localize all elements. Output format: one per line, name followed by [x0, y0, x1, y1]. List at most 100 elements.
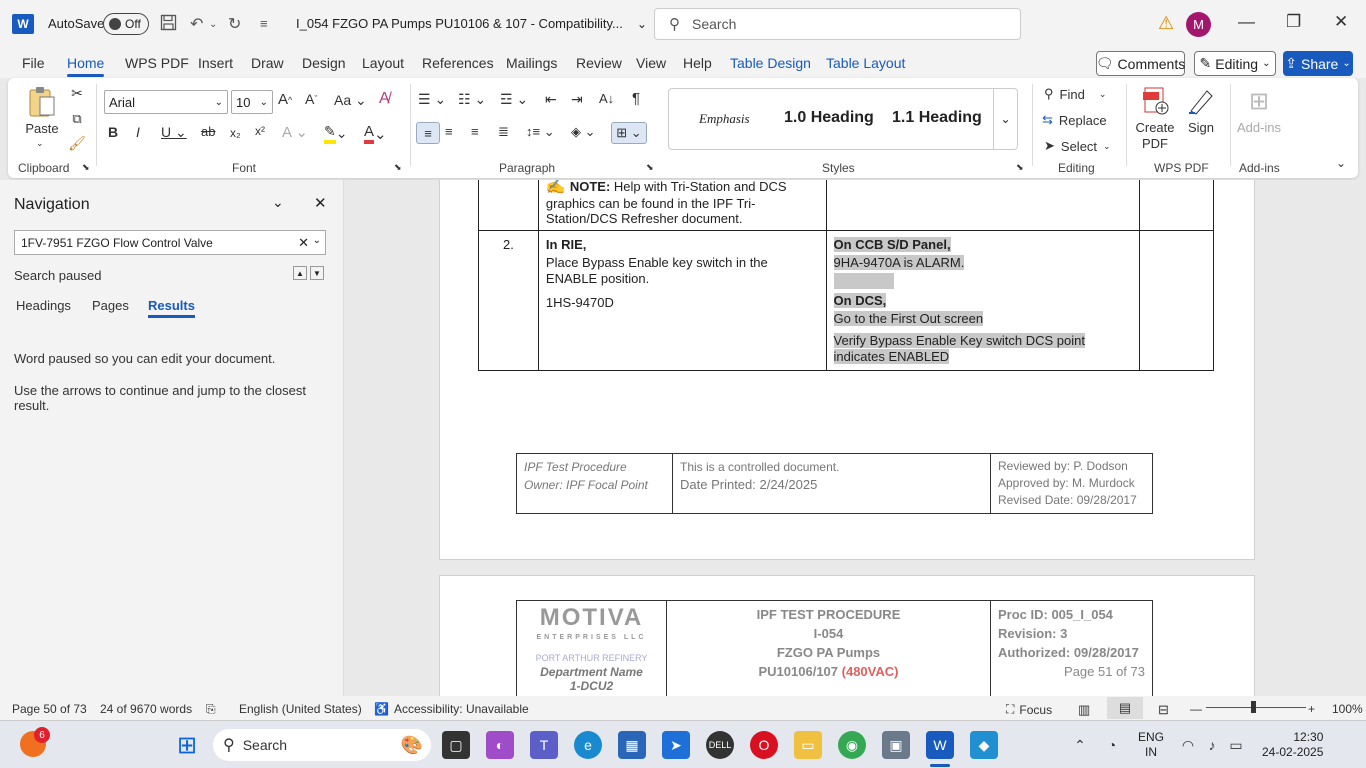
line-spacing-icon[interactable]: ↕≡ ⌄: [526, 124, 555, 140]
start-icon[interactable]: ⊞: [173, 731, 201, 759]
next-result-icon[interactable]: ▼: [310, 266, 324, 280]
focus-button[interactable]: ⛶ Focus: [1006, 702, 1052, 717]
file-explorer-icon[interactable]: ▭: [794, 731, 822, 759]
increase-indent-icon[interactable]: ⇥: [571, 91, 583, 108]
shading-icon[interactable]: ◈ ⌄: [571, 124, 596, 140]
chevron-down-icon[interactable]: ⌄: [36, 138, 44, 149]
text-effects-icon[interactable]: A ⌄: [282, 123, 308, 141]
grow-font-icon[interactable]: A ^: [278, 91, 292, 108]
tab-view[interactable]: View: [636, 55, 666, 71]
comments-button[interactable]: 🗨 Comments: [1096, 51, 1185, 76]
strikethrough-icon[interactable]: ab: [201, 124, 215, 139]
tab-table-design[interactable]: Table Design: [730, 55, 811, 71]
tab-headings[interactable]: Headings: [16, 298, 71, 313]
chevron-up-icon[interactable]: ⌃: [1066, 731, 1094, 759]
justify-icon[interactable]: ≣: [498, 124, 509, 140]
bullets-icon[interactable]: ☰ ⌄: [418, 91, 446, 108]
print-layout-icon[interactable]: ▤: [1107, 697, 1143, 719]
chevron-down-icon[interactable]: ⌄: [313, 235, 321, 246]
tab-table-layout[interactable]: Table Layout: [826, 55, 905, 71]
sort-icon[interactable]: A↓: [599, 91, 614, 106]
create-pdf-icon[interactable]: [1140, 86, 1170, 116]
shrink-font-icon[interactable]: Aˇ: [305, 91, 317, 107]
language-status[interactable]: English (United States): [239, 702, 362, 716]
tab-home[interactable]: Home: [67, 55, 105, 77]
accessibility-status[interactable]: ♿ Accessibility: Unavailable: [374, 702, 529, 716]
edge-icon[interactable]: e: [574, 731, 602, 759]
paste-button[interactable]: Paste: [22, 121, 62, 136]
verification-cell[interactable]: On CCB S/D Panel, 9HA-9470A is ALARM. On…: [825, 230, 1141, 371]
undo-dropdown-icon[interactable]: ⌄: [209, 19, 217, 30]
web-layout-icon[interactable]: ⊟: [1158, 702, 1169, 718]
align-left-icon[interactable]: ≡: [416, 122, 440, 144]
store-icon[interactable]: ▦: [618, 731, 646, 759]
tab-wps-pdf[interactable]: WPS PDF: [125, 55, 189, 71]
close-icon[interactable]: ✕: [314, 194, 327, 212]
dialog-launcher-icon[interactable]: ⬊: [82, 162, 90, 173]
clock[interactable]: 12:30 24-02-2025: [1262, 730, 1323, 760]
save-icon[interactable]: [160, 14, 177, 31]
avatar[interactable]: M: [1186, 12, 1211, 37]
warning-icon[interactable]: ⚠: [1158, 13, 1174, 34]
select-button[interactable]: ➤ Select ⌄: [1044, 138, 1111, 154]
autosave-toggle[interactable]: Off: [103, 13, 149, 35]
italic-icon[interactable]: I: [136, 124, 140, 140]
note-cell[interactable]: ✍ NOTE: Help with Tri-Station and DCS gra…: [537, 180, 827, 231]
superscript-icon[interactable]: x²: [255, 124, 265, 138]
sign-icon[interactable]: [1186, 86, 1216, 116]
create-pdf-button[interactable]: Create PDF: [1132, 120, 1178, 152]
page-count[interactable]: Page 50 of 73: [12, 702, 87, 716]
tab-help[interactable]: Help: [683, 55, 712, 71]
style-heading-1-1[interactable]: 1.1 Heading: [892, 109, 982, 127]
addins-button[interactable]: Add-ins: [1236, 120, 1282, 135]
tab-review[interactable]: Review: [576, 55, 622, 71]
styles-gallery[interactable]: Emphasis 1.0 Heading 1.1 Heading ⌄: [668, 88, 1018, 150]
minimize-icon[interactable]: —: [1238, 12, 1255, 32]
subscript-icon[interactable]: x₂: [230, 126, 241, 140]
style-emphasis[interactable]: Emphasis: [699, 111, 750, 127]
tab-references[interactable]: References: [422, 55, 494, 71]
tray-icon[interactable]: ◔: [1098, 731, 1126, 759]
font-color-icon[interactable]: A ⌄: [364, 123, 387, 144]
customize-toolbar-icon[interactable]: ≡: [260, 16, 268, 31]
close-icon[interactable]: ✕: [1334, 12, 1348, 32]
change-case-icon[interactable]: Aa ⌄: [334, 92, 367, 109]
clear-formatting-icon[interactable]: A̸: [379, 90, 390, 108]
dialog-launcher-icon[interactable]: ⬊: [646, 162, 654, 173]
word-taskbar-icon[interactable]: W: [926, 731, 954, 759]
step-number[interactable]: 2.: [478, 230, 539, 371]
undo-icon[interactable]: ↶: [190, 14, 203, 34]
tab-pages[interactable]: Pages: [92, 298, 129, 313]
app-icon[interactable]: ➤: [662, 731, 690, 759]
previous-result-icon[interactable]: ▲: [293, 266, 307, 280]
document-title[interactable]: I_054 FZGO PA Pumps PU10106 & 107 - Comp…: [296, 16, 647, 31]
search-box[interactable]: ⚲ Search: [654, 8, 1021, 40]
align-right-icon[interactable]: ≡: [471, 124, 479, 139]
zoom-slider[interactable]: [1206, 707, 1306, 708]
zoom-slider-thumb[interactable]: [1251, 701, 1256, 713]
highlight-color-icon[interactable]: ✎ ⌄: [324, 123, 347, 144]
read-mode-icon[interactable]: ▥: [1078, 702, 1090, 718]
tab-mailings[interactable]: Mailings: [506, 55, 557, 71]
zoom-in-icon[interactable]: +: [1308, 702, 1315, 716]
tab-draw[interactable]: Draw: [251, 55, 284, 71]
share-button[interactable]: ⇪ Share ⌄: [1283, 51, 1353, 76]
addins-icon[interactable]: ⊞: [1244, 86, 1274, 116]
dell-icon[interactable]: DELL: [706, 731, 734, 759]
copy-icon[interactable]: ⧉: [68, 110, 86, 128]
tab-file[interactable]: File: [22, 55, 45, 71]
tab-design[interactable]: Design: [302, 55, 346, 71]
zoom-out-icon[interactable]: —: [1190, 702, 1202, 716]
app-icon-2[interactable]: ▣: [882, 731, 910, 759]
decrease-indent-icon[interactable]: ⇤: [545, 91, 557, 108]
tab-layout[interactable]: Layout: [362, 55, 404, 71]
styles-more-icon[interactable]: ⌄: [993, 89, 1017, 149]
redo-icon[interactable]: ↻: [228, 14, 241, 34]
navigation-search-input[interactable]: 1FV-7951 FZGO Flow Control Valve ✕ ⌄: [14, 230, 326, 255]
clear-search-icon[interactable]: ✕: [298, 235, 309, 251]
dialog-launcher-icon[interactable]: ⬊: [394, 162, 402, 173]
collapse-ribbon-icon[interactable]: ⌄: [1336, 156, 1346, 170]
cut-icon[interactable]: ✂: [68, 84, 86, 102]
task-view-icon[interactable]: ▢: [442, 731, 470, 759]
action-cell[interactable]: In RIE, Place Bypass Enable key switch i…: [537, 230, 827, 371]
